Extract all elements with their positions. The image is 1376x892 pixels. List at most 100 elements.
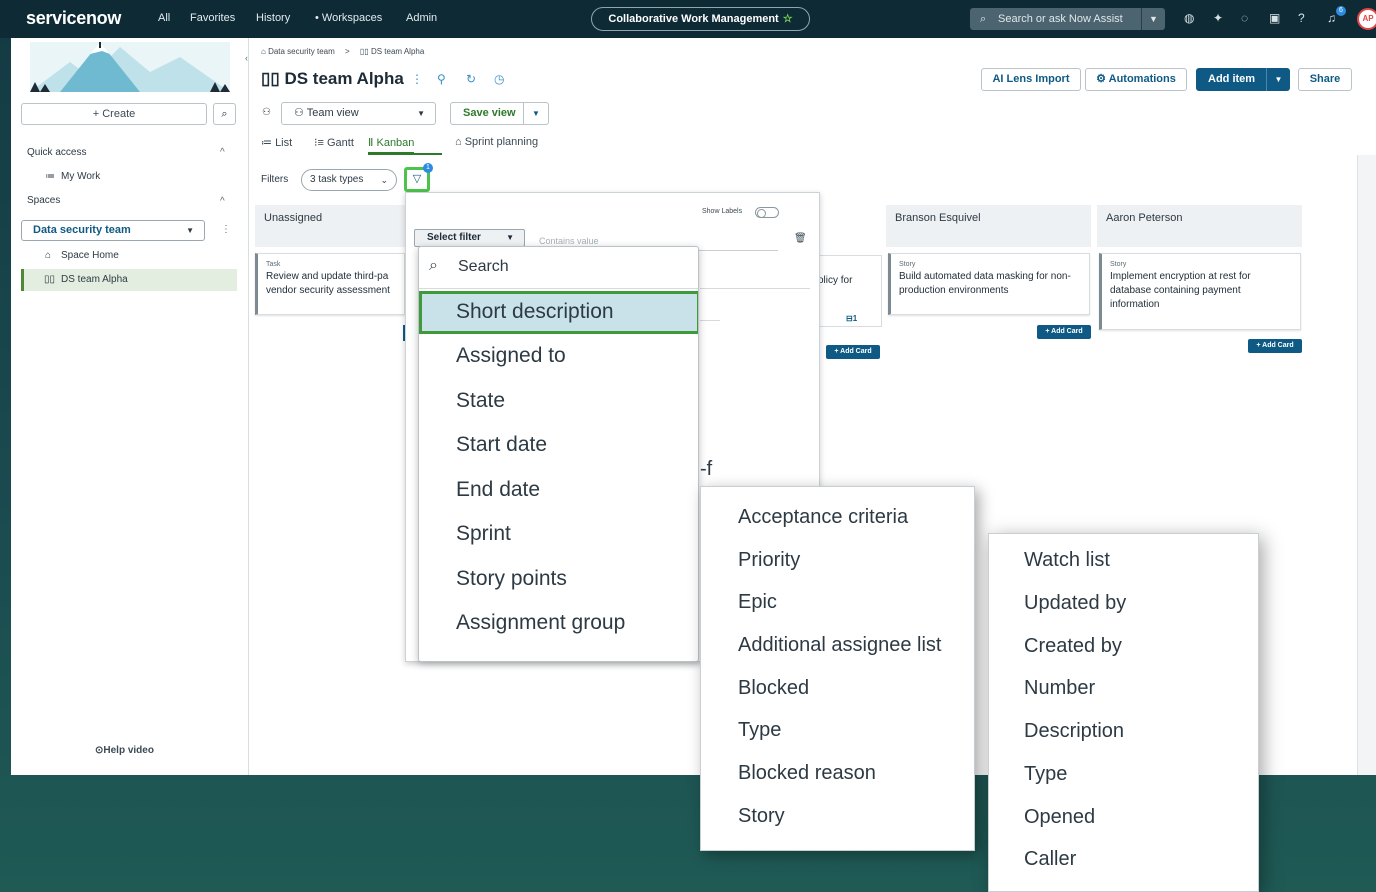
search-icon: ⌕ <box>429 257 438 274</box>
option-blocked-reason[interactable]: Blocked reason <box>738 762 876 785</box>
option-end-date[interactable]: End date <box>456 478 540 502</box>
nav-link-favorites[interactable]: Favorites <box>190 12 235 24</box>
avatar[interactable]: AP <box>1357 8 1376 30</box>
sidebar-item-my-work[interactable]: My Work <box>61 171 100 182</box>
option-watch-list[interactable]: Watch list <box>1024 549 1110 572</box>
nav-link-all[interactable]: All <box>158 12 170 24</box>
sidebar-item-space-home[interactable]: Space Home <box>61 250 119 261</box>
global-search[interactable]: ⌕ Search or ask Now Assist ▼ <box>970 8 1165 30</box>
nav-link-history[interactable]: History <box>256 12 290 24</box>
column-header-aaron-peterson: Aaron Peterson <box>1097 205 1302 247</box>
field-search-input[interactable]: Search <box>458 258 509 276</box>
space-select-value: Data security team <box>33 224 131 236</box>
more-vertical-icon[interactable]: ⋮ <box>221 224 231 235</box>
breadcrumb: ⌂ Data security team > ▯▯ DS team Alpha <box>261 47 424 56</box>
option-acceptance-criteria[interactable]: Acceptance criteria <box>738 506 908 529</box>
sidebar-item-ds-team-alpha[interactable]: ▯▯ DS team Alpha <box>21 269 237 291</box>
chevron-down-icon[interactable]: ▼ <box>523 103 548 124</box>
chevron-down-icon: ▼ <box>186 226 194 235</box>
divider <box>419 288 698 289</box>
refresh-icon[interactable]: ↻ <box>466 72 476 86</box>
nav-link-admin[interactable]: Admin <box>406 12 437 24</box>
option-type[interactable]: Type <box>738 719 781 742</box>
text-fragment: -f <box>700 458 713 480</box>
option-start-date[interactable]: Start date <box>456 433 547 457</box>
top-nav-bar: servicenow All Favorites History • Works… <box>0 0 1376 38</box>
clock-icon[interactable]: ◷ <box>494 72 504 86</box>
add-card-button[interactable]: + Add Card <box>1037 325 1091 339</box>
option-number[interactable]: Number <box>1024 677 1095 700</box>
add-card-button[interactable]: + Add Card <box>826 345 880 359</box>
subtask-count: ⊟1 <box>846 314 858 323</box>
tab-gantt[interactable]: ⁝≡ Gantt <box>314 136 354 149</box>
chat-icon[interactable]: ◌ <box>1241 11 1248 25</box>
option-assignment-group[interactable]: Assignment group <box>456 611 625 635</box>
option-blocked[interactable]: Blocked <box>738 677 809 700</box>
tab-kanban[interactable]: Ⅱ Kanban <box>368 136 415 154</box>
add-item-button[interactable]: Add item ▼ <box>1196 68 1290 91</box>
more-vertical-icon[interactable]: ⋮ <box>411 72 423 86</box>
star-icon[interactable]: ☆ <box>783 13 793 25</box>
ai-lens-import-button[interactable]: AI Lens Import <box>981 68 1081 91</box>
chevron-down-icon: ⌄ <box>380 175 388 185</box>
chevron-down-icon[interactable]: ▼ <box>1266 68 1290 91</box>
share-button[interactable]: Share <box>1298 68 1352 91</box>
chevron-up-icon[interactable]: ^ <box>220 196 225 207</box>
workspace-pill[interactable]: Collaborative Work Management ☆ <box>591 7 810 31</box>
help-icon[interactable]: ? <box>1298 11 1305 25</box>
show-labels-toggle[interactable] <box>755 207 779 218</box>
chevron-down-icon[interactable]: ▼ <box>1141 8 1165 30</box>
option-assigned-to[interactable]: Assigned to <box>456 344 566 368</box>
option-type[interactable]: Type <box>1024 763 1067 786</box>
show-labels-label: Show Labels <box>702 208 743 215</box>
option-caller[interactable]: Caller <box>1024 848 1076 871</box>
bell-icon[interactable]: ♫ <box>1327 11 1336 25</box>
sidebar-search-icon[interactable]: ⌕ <box>213 103 236 125</box>
divider <box>700 288 810 289</box>
option-short-description[interactable]: Short description <box>456 300 614 324</box>
save-view-button[interactable]: Save view ▼ <box>450 102 549 125</box>
option-story-points[interactable]: Story points <box>456 567 567 591</box>
kanban-card[interactable]: Story Build automated data masking for n… <box>888 253 1090 315</box>
card-type: Story <box>1110 261 1127 268</box>
option-sprint[interactable]: Sprint <box>456 522 511 546</box>
tab-list[interactable]: ≔ List <box>261 136 292 149</box>
option-updated-by[interactable]: Updated by <box>1024 592 1126 615</box>
option-created-by[interactable]: Created by <box>1024 635 1122 658</box>
servicenow-logo[interactable]: servicenow <box>26 8 121 29</box>
option-story[interactable]: Story <box>738 805 785 828</box>
team-icon[interactable]: ⚇ <box>262 107 271 118</box>
chevron-up-icon[interactable]: ^ <box>220 147 225 158</box>
option-state[interactable]: State <box>456 389 505 413</box>
option-priority[interactable]: Priority <box>738 549 800 572</box>
kanban-card[interactable]: Task Review and update third-pa vendor s… <box>255 253 405 315</box>
create-button[interactable]: + Create <box>21 103 207 125</box>
task-types-filter[interactable]: 3 task types ⌄ <box>301 169 397 191</box>
help-video-link[interactable]: ⊙Help video <box>95 745 154 756</box>
trash-icon[interactable]: 🗑 <box>794 233 807 244</box>
automations-button[interactable]: ⚙ Automations <box>1085 68 1187 91</box>
global-search-placeholder: Search or ask Now Assist <box>998 13 1123 25</box>
option-additional-assignee-list[interactable]: Additional assignee list <box>738 634 941 657</box>
view-select[interactable]: ⚇ Team view ▼ <box>281 102 436 125</box>
add-card-button[interactable]: + Add Card <box>1248 339 1302 353</box>
field-dropdown-primary: ⌕ Search Short description Assigned to S… <box>418 246 699 662</box>
screen-icon[interactable]: ▣ <box>1269 11 1280 25</box>
breadcrumb-root[interactable]: Data security team <box>268 47 335 56</box>
tab-kanban-underline <box>368 153 442 155</box>
tab-sprint-planning[interactable]: ⌂ Sprint planning <box>455 136 538 148</box>
kanban-card[interactable]: Story Implement encryption at rest for d… <box>1099 253 1301 330</box>
share-nodes-icon[interactable]: ⚲ <box>437 72 446 86</box>
sparkle-icon[interactable]: ✦ <box>1213 11 1223 25</box>
option-epic[interactable]: Epic <box>738 591 777 614</box>
robot-icon: ⚙ <box>1096 73 1109 85</box>
select-filter-dropdown[interactable]: Select filter ▼ <box>414 229 525 247</box>
sidebar-item-label: DS team Alpha <box>61 274 128 285</box>
collapse-sidebar-icon[interactable]: ‹ <box>245 53 248 63</box>
space-select[interactable]: Data security team ▼ <box>21 220 205 241</box>
option-opened[interactable]: Opened <box>1024 806 1095 829</box>
kanban-card[interactable]: olicy for ⊟1 <box>815 255 882 327</box>
option-description[interactable]: Description <box>1024 720 1124 743</box>
globe-icon[interactable]: ◍ <box>1184 11 1194 25</box>
nav-link-workspaces[interactable]: • Workspaces <box>315 12 382 24</box>
